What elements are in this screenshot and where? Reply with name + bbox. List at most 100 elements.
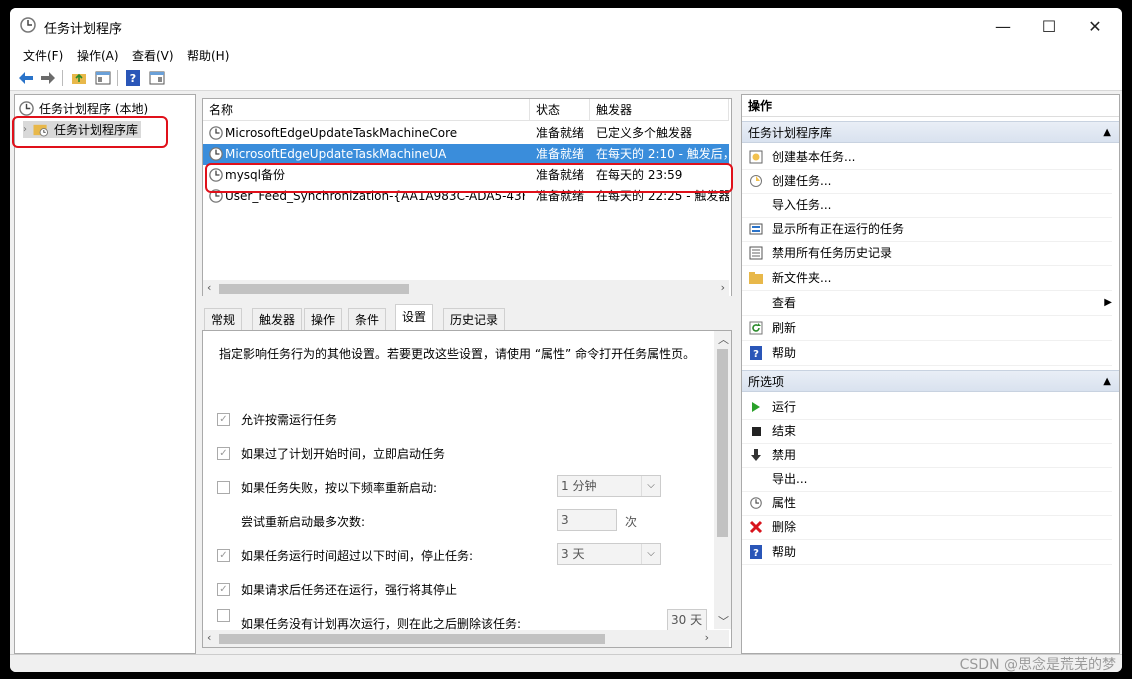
scroll-right-icon[interactable]: ›	[721, 281, 725, 294]
collapse-icon[interactable]: ▲	[1103, 371, 1111, 393]
action-label: 帮助	[772, 545, 797, 559]
toolbar: ?	[10, 66, 1122, 91]
checkbox-force-stop[interactable]: ✓	[217, 583, 230, 596]
scroll-left-icon[interactable]: ‹	[207, 631, 211, 644]
scroll-up-icon[interactable]: ︿	[718, 331, 729, 347]
restart-attempts-input[interactable]: 3	[557, 509, 617, 531]
maximize-button[interactable]: ☐	[1026, 12, 1072, 40]
scrollbar-thumb[interactable]	[219, 284, 409, 294]
task-trigger: 已定义多个触发器	[596, 126, 693, 140]
action-label: 帮助	[772, 346, 797, 360]
screenshot-frame: 任务计划程序 — ☐ ✕ 文件(F) 操作(A) 查看(V) 帮助(H) ? 任…	[0, 0, 1132, 679]
svg-text:?: ?	[753, 548, 759, 559]
action-view[interactable]: 查看 ▶	[742, 291, 1112, 316]
action-properties[interactable]: 属性	[742, 491, 1112, 516]
checkbox-restart-on-fail[interactable]	[217, 481, 230, 494]
svg-text:?: ?	[130, 72, 136, 85]
horizontal-scrollbar[interactable]: ‹ ›	[203, 280, 729, 297]
scroll-down-icon[interactable]: ﹀	[718, 613, 729, 629]
action-export[interactable]: 导出...	[742, 467, 1112, 492]
action-new-folder[interactable]: 新文件夹...	[742, 266, 1112, 291]
toolbar-separator	[62, 70, 63, 86]
action-help-selected[interactable]: ? 帮助	[742, 540, 1112, 565]
action-disable-history[interactable]: 禁用所有任务历史记录	[742, 241, 1112, 266]
action-create-basic-task[interactable]: 创建基本任务...	[742, 145, 1112, 170]
tab-history[interactable]: 历史记录	[443, 308, 506, 330]
close-button[interactable]: ✕	[1072, 12, 1118, 40]
action-run[interactable]: 运行	[742, 395, 1112, 420]
checkbox-stop-if-runs-longer[interactable]: ✓	[217, 549, 230, 562]
action-delete[interactable]: 删除	[742, 515, 1112, 540]
action-label: 属性	[772, 496, 797, 510]
status-bar: CSDN @思念是荒芜的梦	[10, 654, 1122, 672]
tab-actions[interactable]: 操作	[304, 308, 343, 330]
action-show-running-tasks[interactable]: 显示所有正在运行的任务	[742, 217, 1112, 242]
highlight-box	[205, 163, 733, 193]
stop-after-select[interactable]: 3 天 ⌵	[557, 543, 661, 565]
show-hide-action-pane-icon[interactable]	[148, 69, 166, 87]
basic-task-wizard-icon	[748, 149, 764, 165]
action-refresh[interactable]: 刷新	[742, 316, 1112, 341]
svg-text:?: ?	[753, 349, 759, 360]
vertical-scrollbar[interactable]: ︿ ﹀	[714, 331, 731, 629]
minimize-button[interactable]: —	[980, 12, 1026, 40]
create-task-icon	[748, 173, 764, 189]
tree-root-item[interactable]: 任务计划程序 (本地)	[19, 100, 148, 117]
tab-conditions[interactable]: 条件	[348, 308, 387, 330]
submenu-arrow-icon: ▶	[1104, 297, 1112, 308]
column-header-trigger[interactable]: 触发器	[590, 99, 729, 121]
action-create-task[interactable]: 创建任务...	[742, 169, 1112, 194]
settings-panel: 指定影响任务行为的其他设置。若要更改这些设置，请使用 “属性” 命令打开任务属性…	[202, 330, 732, 648]
restart-interval-select[interactable]: 1 分钟 ⌵	[557, 475, 661, 497]
settings-description: 指定影响任务行为的其他设置。若要更改这些设置，请使用 “属性” 命令打开任务属性…	[219, 347, 696, 361]
tab-general[interactable]: 常规	[204, 308, 243, 330]
scrollbar-thumb[interactable]	[717, 349, 728, 537]
action-label: 运行	[772, 400, 797, 414]
delete-after-input[interactable]: 30 天	[667, 609, 707, 631]
up-folder-icon[interactable]	[70, 69, 88, 87]
action-label: 创建基本任务...	[772, 150, 856, 164]
new-folder-icon	[748, 270, 764, 286]
action-label: 新文件夹...	[772, 271, 832, 285]
stop-icon	[748, 423, 764, 439]
properties-clock-icon	[748, 495, 764, 511]
back-arrow-icon[interactable]	[17, 69, 35, 87]
menu-file[interactable]: 文件(F)	[23, 47, 63, 64]
menu-view[interactable]: 查看(V)	[132, 47, 174, 64]
column-header-status[interactable]: 状态	[530, 99, 590, 121]
tab-triggers[interactable]: 触发器	[252, 308, 303, 330]
label-restart-attempts: 尝试重新启动最多次数:	[241, 515, 366, 529]
column-header-name[interactable]: 名称	[203, 99, 530, 121]
collapse-icon[interactable]: ▲	[1103, 122, 1111, 144]
table-row-selected[interactable]: MicrosoftEdgeUpdateTaskMachineUA 准备就绪 在每…	[203, 144, 729, 165]
run-icon	[748, 399, 764, 415]
checkbox-allow-on-demand[interactable]: ✓	[217, 413, 230, 426]
action-disable[interactable]: 禁用	[742, 443, 1112, 468]
label-restart-on-fail: 如果任务失败，按以下频率重新启动:	[241, 481, 438, 495]
clock-icon	[20, 17, 36, 33]
section-task-library[interactable]: 任务计划程序库 ▲	[742, 121, 1119, 143]
tab-settings[interactable]: 设置	[395, 304, 434, 330]
action-end[interactable]: 结束	[742, 419, 1112, 444]
horizontal-scrollbar[interactable]: ‹ ›	[203, 630, 729, 647]
action-label: 刷新	[772, 321, 797, 335]
section-title: 所选项	[748, 375, 785, 389]
menu-action[interactable]: 操作(A)	[77, 47, 119, 64]
scroll-right-icon[interactable]: ›	[705, 631, 709, 644]
checkbox-delete-if-not-scheduled[interactable]	[217, 609, 230, 622]
scroll-left-icon[interactable]: ‹	[207, 281, 211, 294]
scrollbar-thumb[interactable]	[219, 634, 605, 644]
down-arrow-icon	[748, 447, 764, 463]
action-label: 禁用所有任务历史记录	[772, 246, 893, 260]
show-hide-console-tree-icon[interactable]	[94, 69, 112, 87]
action-import-task[interactable]: 导入任务...	[742, 193, 1112, 218]
action-help[interactable]: ? 帮助	[742, 341, 1112, 366]
checkbox-start-if-missed[interactable]: ✓	[217, 447, 230, 460]
table-row[interactable]: MicrosoftEdgeUpdateTaskMachineCore 准备就绪 …	[203, 123, 729, 144]
help-icon[interactable]: ?	[124, 69, 142, 87]
menu-help[interactable]: 帮助(H)	[187, 47, 229, 64]
task-trigger: 在每天的 2:10 - 触发后，	[596, 147, 729, 161]
section-selected-item[interactable]: 所选项 ▲	[742, 370, 1119, 392]
pane-splitter[interactable]	[202, 296, 732, 302]
forward-arrow-icon[interactable]	[39, 69, 57, 87]
